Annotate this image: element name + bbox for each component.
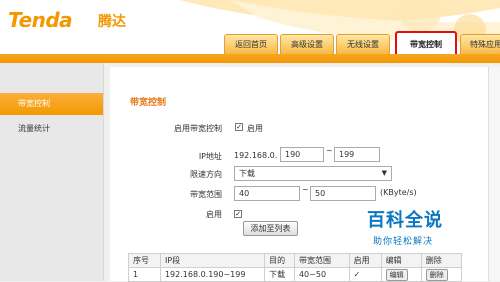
ip-prefix: 192.168.0. xyxy=(234,151,278,160)
ip-end-input[interactable]: 199 xyxy=(334,147,380,162)
tab-advanced[interactable]: 高级设置 xyxy=(280,34,334,55)
sidebar: 带宽控制 流量统计 xyxy=(0,63,104,281)
watermark-title: 百科全说 xyxy=(367,210,443,231)
page-title: 带宽控制 xyxy=(130,98,167,108)
col-header-delete: 删除 xyxy=(420,253,463,268)
tab-wireless[interactable]: 无线设置 xyxy=(336,34,390,55)
row-enabled: ✓ xyxy=(348,267,382,282)
enable-bw-checkbox[interactable]: ✓ xyxy=(235,123,243,131)
edit-button[interactable]: 编辑 xyxy=(385,268,408,281)
row-ip: 192.168.0.190~199 xyxy=(159,267,266,282)
brand-logo-cn: 腾达 xyxy=(98,14,126,30)
delete-button[interactable]: 删除 xyxy=(425,268,448,281)
enable-label: 启用 xyxy=(206,210,222,219)
range-max-input[interactable]: 50 xyxy=(310,186,376,201)
row-edit-cell: 编辑 xyxy=(380,267,422,282)
table-row: 1 192.168.0.190~199 下载 40~50 ✓ 编辑 删除 xyxy=(128,267,463,282)
sidebar-item-bandwidth-control[interactable]: 带宽控制 xyxy=(0,93,103,115)
col-header-no: 序号 xyxy=(128,253,161,268)
tab-home[interactable]: 返回首页 xyxy=(224,34,278,55)
add-to-list-button[interactable]: 添加至列表 xyxy=(243,221,298,236)
ip-range-separator: ~ xyxy=(326,146,333,155)
enable-bw-check-label: 启用 xyxy=(247,124,263,133)
nav-band xyxy=(0,54,500,63)
row-no: 1 xyxy=(128,267,161,282)
col-header-enabled: 启用 xyxy=(348,253,382,268)
scrollbar[interactable] xyxy=(488,67,500,281)
direction-label: 限速方向 xyxy=(190,170,222,179)
col-header-range: 带宽范围 xyxy=(293,253,350,268)
tab-special-apps[interactable]: 特殊应用 xyxy=(460,34,500,55)
range-separator: ~ xyxy=(302,185,309,194)
row-direction: 下载 xyxy=(264,267,295,282)
row-range: 40~50 xyxy=(293,267,350,282)
row-delete-cell: 删除 xyxy=(420,267,463,282)
chevron-down-icon: ▼ xyxy=(381,169,387,177)
watermark-subtitle: 助你轻松解决 xyxy=(373,237,434,247)
range-label: 带宽范围 xyxy=(190,190,222,199)
rules-table: 序号 IP段 目的 带宽范围 启用 编辑 删除 1 192.168.0.190~… xyxy=(128,253,463,282)
col-header-ip: IP段 xyxy=(159,253,266,268)
brand-logo: Tenda xyxy=(8,8,73,32)
ip-start-input[interactable]: 190 xyxy=(280,147,324,162)
range-unit: (KByte/s) xyxy=(380,188,417,197)
enable-checkbox[interactable]: ✓ xyxy=(234,210,242,218)
enable-bw-label: 启用带宽控制 xyxy=(174,124,222,133)
table-header-row: 序号 IP段 目的 带宽范围 启用 编辑 删除 xyxy=(128,253,463,268)
sidebar-item-traffic-stats[interactable]: 流量统计 xyxy=(0,118,103,140)
direction-value: 下载 xyxy=(239,169,255,178)
col-header-edit: 编辑 xyxy=(380,253,422,268)
range-min-input[interactable]: 40 xyxy=(234,186,300,201)
direction-select[interactable]: 下载 ▼ xyxy=(234,166,392,181)
col-header-direction: 目的 xyxy=(264,253,295,268)
ip-label: IP地址 xyxy=(198,152,222,161)
